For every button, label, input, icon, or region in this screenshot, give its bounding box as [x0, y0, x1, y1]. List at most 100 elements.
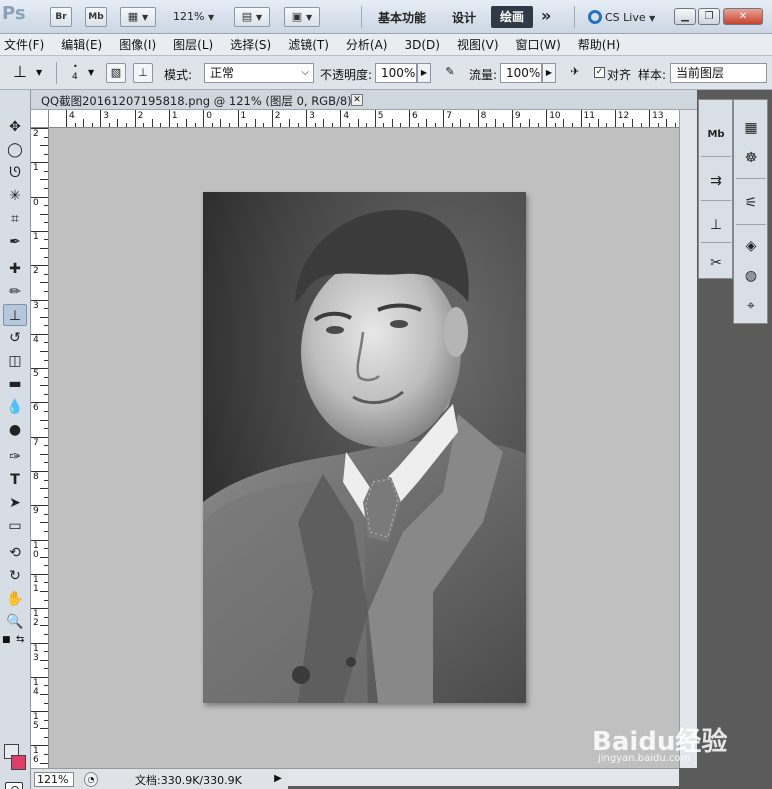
layers-panel-icon[interactable]: ◈	[738, 233, 764, 259]
document-image[interactable]	[203, 192, 526, 703]
clone-stamp-preset-icon[interactable]: ⊥	[10, 63, 30, 83]
marquee-tool-icon[interactable]: ◯	[3, 139, 27, 161]
status-zoom-input[interactable]: 121%	[34, 772, 74, 787]
zoom-tool-icon[interactable]: 🔍	[3, 611, 27, 633]
workspace-essentials[interactable]: 基本功能	[378, 9, 426, 26]
aligned-checkbox[interactable]: ✓	[594, 67, 605, 78]
3d-rotate-tool-icon[interactable]: ⟲	[3, 542, 27, 564]
more-workspaces-button[interactable]: »	[541, 6, 551, 25]
default-colors-icon[interactable]: ■	[2, 635, 11, 645]
sample-select[interactable]: 当前图层	[670, 63, 767, 83]
ruler-h-minor-tick	[220, 119, 222, 127]
flow-input[interactable]: 100%	[500, 63, 542, 83]
options-bar: ⊥ ▼ • 4 ▼ ▧ ⊥ 模式: 正常 ⌵ 不透明度: 100% ▶ ✎ 流量:…	[0, 56, 772, 90]
tablet-pressure-opacity-icon[interactable]: ✎	[440, 63, 460, 83]
navigator-panel-icon[interactable]: ☸	[738, 145, 764, 171]
background-color-swatch[interactable]	[11, 755, 26, 770]
ruler-v-minor-tick	[40, 659, 48, 661]
document-tab[interactable]: QQ截图20161207195818.png @ 121% (图层 0, RGB…	[41, 93, 361, 109]
menu-filter[interactable]: 滤镜(T)	[288, 36, 329, 53]
history-brush-tool-icon[interactable]: ↺	[3, 327, 27, 349]
bridge-button[interactable]: Br	[50, 7, 72, 27]
eraser-tool-icon[interactable]: ◫	[3, 350, 27, 372]
ruler-v-minor-tick	[40, 282, 48, 284]
tool-presets-panel-icon[interactable]: ✂	[703, 250, 729, 276]
clone-stamp-tool-icon[interactable]: ⊥	[3, 304, 27, 326]
path-selection-tool-icon[interactable]: ➤	[3, 492, 27, 514]
workspace-design[interactable]: 设计	[452, 9, 476, 26]
vertical-ruler[interactable]: 2101234567891 01 11 21 31 41 51 6	[31, 128, 49, 768]
ruler-v-minor-tick	[40, 728, 48, 730]
opacity-slider-arrow[interactable]: ▶	[417, 63, 431, 83]
menu-edit[interactable]: 编辑(E)	[61, 36, 102, 53]
view-extras-button[interactable]: ▦ ▼	[120, 7, 156, 27]
vertical-scrollbar[interactable]	[679, 110, 697, 768]
menu-help[interactable]: 帮助(H)	[578, 36, 620, 53]
gradient-tool-icon[interactable]: ▬	[3, 373, 27, 395]
status-menu-arrow[interactable]: ▶	[271, 772, 285, 787]
brush-panel-toggle-icon[interactable]: ▧	[106, 63, 126, 83]
menu-image[interactable]: 图像(I)	[119, 36, 156, 53]
menu-file[interactable]: 文件(F)	[4, 36, 44, 53]
clone-source-panel-icon[interactable]: ⊥	[133, 63, 153, 83]
menu-view[interactable]: 视图(V)	[457, 36, 499, 53]
close-button[interactable]: ✕	[723, 8, 763, 25]
mode-select[interactable]: 正常 ⌵	[204, 63, 314, 83]
hand-tool-icon[interactable]: ✋	[3, 588, 27, 610]
move-tool-icon[interactable]: ✥	[3, 116, 27, 138]
magic-wand-tool-icon[interactable]: ✳	[3, 185, 27, 207]
type-tool-icon[interactable]: T	[3, 469, 27, 491]
swap-colors-icon[interactable]: ⇆	[16, 634, 24, 645]
lasso-tool-icon[interactable]: ᘎ	[3, 162, 27, 184]
airbrush-icon[interactable]: ✈	[565, 63, 585, 83]
minimize-button[interactable]: ▁	[674, 8, 696, 25]
healing-brush-tool-icon[interactable]: ✚	[3, 258, 27, 280]
workspace-painting[interactable]: 绘画	[491, 6, 533, 28]
channels-panel-icon[interactable]: ◍	[738, 263, 764, 289]
cs-live-menu[interactable]: CS Live ▼	[588, 10, 655, 24]
menu-3d[interactable]: 3D(D)	[404, 38, 439, 52]
ruler-origin[interactable]	[31, 110, 49, 128]
paths-panel-icon[interactable]: ⌖	[738, 293, 764, 319]
flow-slider-arrow[interactable]: ▶	[542, 63, 556, 83]
3d-orbit-tool-icon[interactable]: ↻	[3, 565, 27, 587]
maximize-button[interactable]: ❐	[698, 8, 720, 25]
zoom-level[interactable]: 121% ▼	[173, 10, 214, 23]
mini-bridge-button[interactable]: Mb	[85, 7, 107, 27]
photoshop-window: Ps Br Mb ▦ ▼ 121% ▼ ▤ ▼ ▣ ▼ 基本功能 设计 绘画 »…	[0, 0, 772, 789]
quick-mask-icon[interactable]	[5, 782, 23, 789]
crop-tool-icon[interactable]: ⌗	[3, 208, 27, 230]
arrange-documents-button[interactable]: ▤ ▼	[234, 7, 270, 27]
opacity-input[interactable]: 100%	[375, 63, 417, 83]
adjustments-panel-icon[interactable]: ⚟	[738, 190, 764, 216]
brush-tool-icon[interactable]: ✏	[3, 281, 27, 303]
chevron-down-icon[interactable]: ▼	[36, 68, 42, 77]
shape-tool-icon[interactable]: ▭	[3, 515, 27, 537]
history-panel-icon[interactable]: ⇉	[703, 168, 729, 194]
screen-mode-button[interactable]: ▣ ▼	[284, 7, 320, 27]
brush-picker-arrow[interactable]: ▼	[88, 68, 94, 77]
brush-dot-icon: •	[73, 62, 78, 71]
swatches-panel-icon[interactable]: ▦	[738, 115, 764, 141]
menu-window[interactable]: 窗口(W)	[516, 36, 561, 53]
menu-layer[interactable]: 图层(L)	[173, 36, 213, 53]
dodge-tool-icon[interactable]: ●	[3, 419, 27, 441]
eyedropper-tool-icon[interactable]: ✒	[3, 231, 27, 253]
ruler-h-label: 13	[652, 111, 664, 121]
ruler-h-minor-tick	[563, 119, 565, 127]
blur-tool-icon[interactable]: 💧	[3, 396, 27, 418]
clone-source-panel-icon[interactable]: ⊥	[703, 212, 729, 238]
ruler-h-tick	[580, 110, 582, 127]
canvas-area[interactable]	[49, 128, 679, 768]
mini-bridge-panel-icon[interactable]: Mb	[703, 122, 729, 148]
close-document-icon[interactable]: ✕	[351, 94, 363, 106]
ruler-h-minor-tick	[426, 119, 428, 127]
ruler-v-minor-tick	[40, 350, 48, 352]
ruler-v-label: 0	[33, 197, 39, 208]
pen-tool-icon[interactable]: ✑	[3, 446, 27, 468]
status-info-icon[interactable]: ◔	[84, 772, 98, 787]
horizontal-ruler[interactable]: 4 3 2 1 0 1 2 3 4 5 6 7 8 9 10 11 12 13	[49, 110, 679, 128]
ruler-v-label: 1	[33, 231, 39, 242]
menu-select[interactable]: 选择(S)	[230, 36, 271, 53]
menu-analysis[interactable]: 分析(A)	[346, 36, 388, 53]
